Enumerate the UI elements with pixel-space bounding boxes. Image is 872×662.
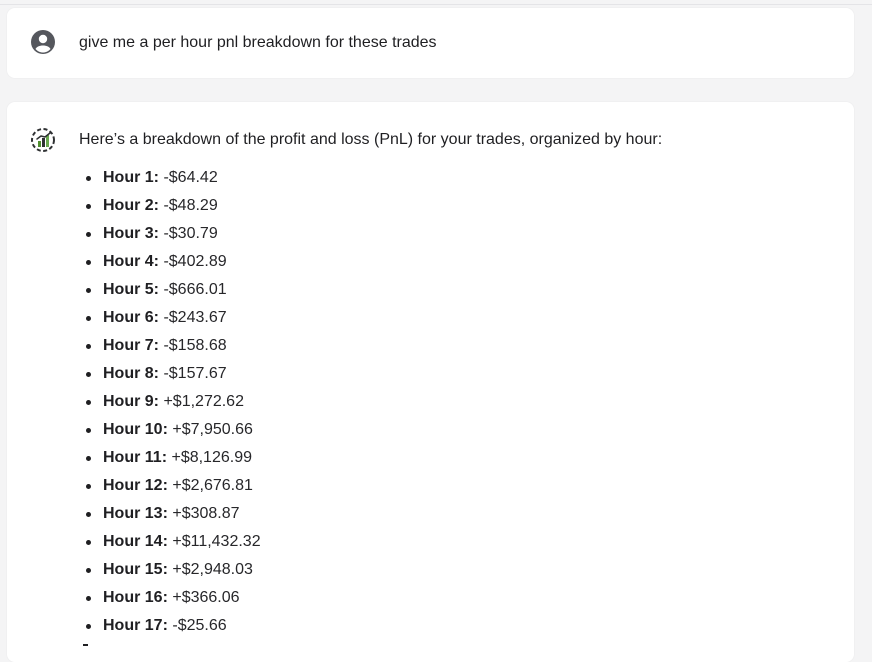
bullet-icon xyxy=(86,176,91,181)
pnl-value: +$308.87 xyxy=(172,505,240,522)
hour-label: Hour 11: xyxy=(103,449,168,466)
hour-label: Hour 16: xyxy=(103,589,168,606)
list-item: Hour 5: -$666.01 xyxy=(83,280,261,308)
pnl-value: -$48.29 xyxy=(163,197,218,214)
pnl-value: -$30.79 xyxy=(163,225,218,242)
hour-label: Hour 2: xyxy=(103,197,159,214)
list-item: Hour 16: +$366.06 xyxy=(83,588,261,616)
list-item: Hour 14: +$11,432.32 xyxy=(83,532,261,560)
top-divider xyxy=(0,4,872,5)
pnl-value: -$243.67 xyxy=(163,309,227,326)
pnl-value: +$7,950.66 xyxy=(172,421,253,438)
list-item: Hour 7: -$158.68 xyxy=(83,336,261,364)
list-item: Hour 3: -$30.79 xyxy=(83,224,261,252)
bullet-icon xyxy=(86,428,91,433)
list-item: Hour 10: +$7,950.66 xyxy=(83,420,261,448)
hour-label: Hour 4: xyxy=(103,253,159,270)
pnl-value: -$64.42 xyxy=(163,169,218,186)
pnl-value: -$402.89 xyxy=(163,253,227,270)
bullet-icon xyxy=(86,512,91,517)
list-item: Hour 2: -$48.29 xyxy=(83,196,261,224)
list-item: Hour 11: +$8,126.99 xyxy=(83,448,261,476)
list-item: Hour 1: -$64.42 xyxy=(83,168,261,196)
bullet-icon xyxy=(86,456,91,461)
bullet-icon xyxy=(86,288,91,293)
list-item: Hour 4: -$402.89 xyxy=(83,252,261,280)
hour-label: Hour 12: xyxy=(103,477,168,494)
pnl-value: +$11,432.32 xyxy=(172,533,261,550)
bullet-icon xyxy=(86,316,91,321)
list-item: Hour 17: -$25.66 xyxy=(83,616,261,644)
pnl-value: +$366.06 xyxy=(172,589,240,606)
bullet-icon xyxy=(86,596,91,601)
hour-label: Hour 6: xyxy=(103,309,159,326)
bullet-icon xyxy=(86,624,91,629)
bot-chart-icon xyxy=(31,128,55,152)
list-item: Hour 6: -$243.67 xyxy=(83,308,261,336)
hour-label: Hour 7: xyxy=(103,337,159,354)
hour-label: Hour 15: xyxy=(103,561,168,578)
user-avatar-icon xyxy=(31,30,55,54)
pnl-value: -$666.01 xyxy=(163,281,227,298)
pnl-value: -$157.67 xyxy=(163,365,227,382)
list-item: Hour 12: +$2,676.81 xyxy=(83,476,261,504)
user-message-text: give me a per hour pnl breakdown for the… xyxy=(79,34,437,51)
bullet-icon xyxy=(86,204,91,209)
hour-label: Hour 17: xyxy=(103,617,168,634)
hour-label: Hour 3: xyxy=(103,225,159,242)
hour-label: Hour 14: xyxy=(103,533,168,550)
bullet-icon xyxy=(86,568,91,573)
list-item: Hour 8: -$157.67 xyxy=(83,364,261,392)
list-item: Hour 9: +$1,272.62 xyxy=(83,392,261,420)
hour-label: Hour 13: xyxy=(103,505,168,522)
pnl-value: +$2,948.03 xyxy=(172,561,253,578)
bullet-icon xyxy=(86,232,91,237)
list-item: Hour 15: +$2,948.03 xyxy=(83,560,261,588)
pnl-value: +$2,676.81 xyxy=(172,477,253,494)
bullet-icon xyxy=(86,372,91,377)
bullet-icon xyxy=(86,344,91,349)
hour-label: Hour 10: xyxy=(103,421,168,438)
list-item: Hour 13: +$308.87 xyxy=(83,504,261,532)
hour-label: Hour 5: xyxy=(103,281,159,298)
hourly-pnl-list: Hour 1: -$64.42 Hour 2: -$48.29 Hour 3: … xyxy=(83,168,261,644)
pnl-value: +$8,126.99 xyxy=(171,449,252,466)
pnl-value: +$1,272.62 xyxy=(163,393,244,410)
hour-label: Hour 1: xyxy=(103,169,159,186)
pnl-value: -$25.66 xyxy=(172,617,227,634)
bullet-icon xyxy=(86,540,91,545)
pnl-value: -$158.68 xyxy=(163,337,227,354)
hour-label: Hour 9: xyxy=(103,393,159,410)
hour-label: Hour 8: xyxy=(103,365,159,382)
bullet-icon xyxy=(86,484,91,489)
bullet-icon xyxy=(86,260,91,265)
assistant-intro-text: Here’s a breakdown of the profit and los… xyxy=(79,131,663,148)
bullet-icon xyxy=(86,400,91,405)
